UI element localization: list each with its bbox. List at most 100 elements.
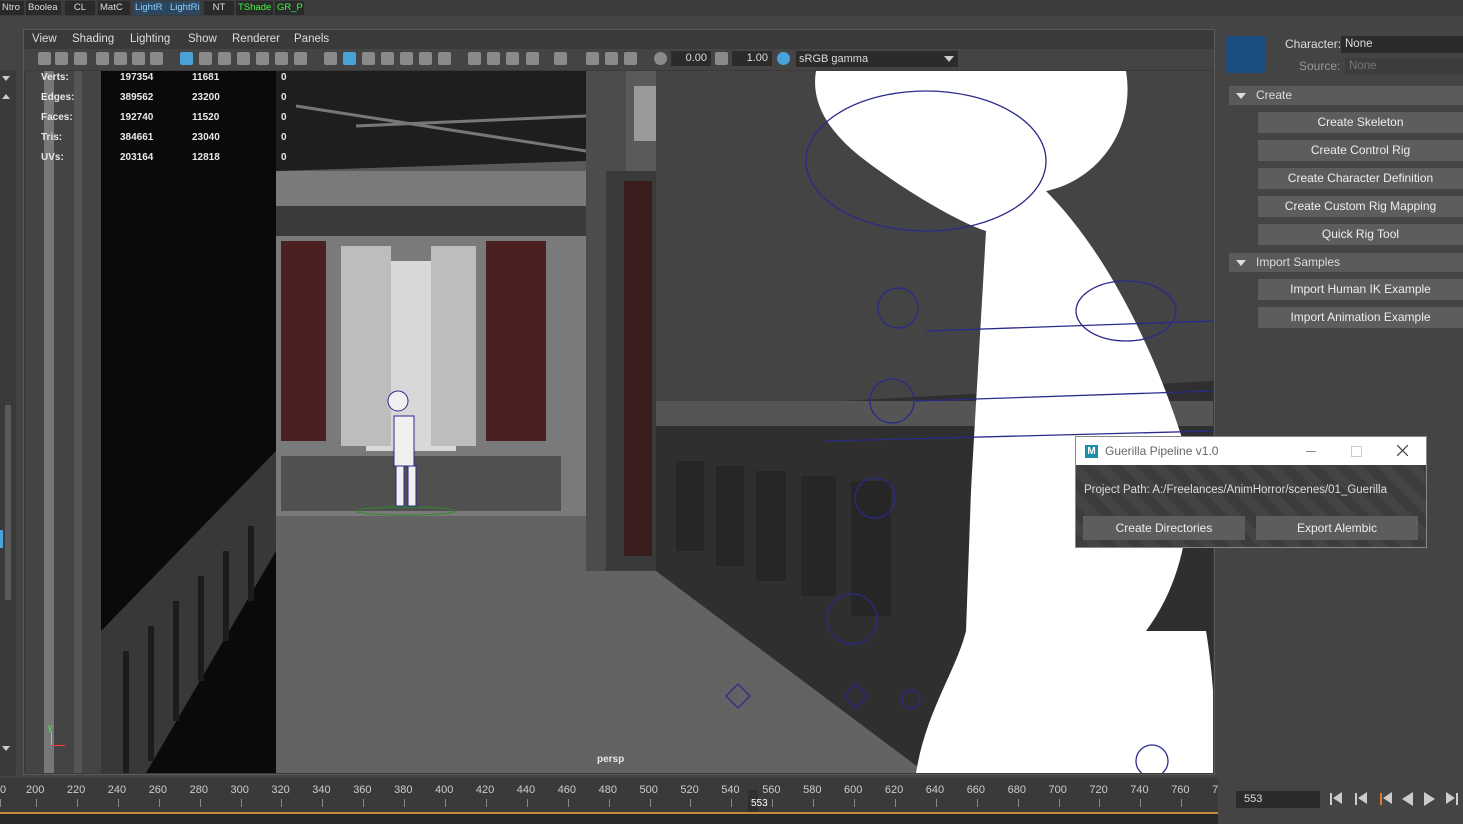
timeline-tick-mark [526,799,528,807]
grease-pencil-icon[interactable] [132,52,145,65]
hud-verts-total: 197354 [120,72,154,83]
depth-of-field-icon[interactable] [526,52,539,65]
timeline-tick-mark [76,799,78,807]
go-to-start-bar [1330,793,1332,805]
shelf-button-tshade[interactable]: TShade [236,1,273,15]
menu-lighting[interactable]: Lighting [130,33,170,45]
import-human-ik-example-button[interactable]: Import Human IK Example [1258,279,1463,300]
timeline-tick-mark [158,799,160,807]
shelf-button-cl[interactable]: CL [65,1,95,15]
chevron-down-icon[interactable] [2,76,10,81]
play-forwards-icon[interactable] [1424,792,1435,806]
timeline-tick-mark [1099,799,1101,807]
create-skeleton-button[interactable]: Create Skeleton [1258,112,1463,133]
xray-components-icon[interactable] [624,52,637,65]
timeline-tick-label: 680 [1007,784,1026,796]
shelf-button-lightri[interactable]: LightRi [168,1,200,15]
timeline-tick-mark [813,799,815,807]
isolate-select-icon[interactable] [554,52,567,65]
section-import-samples[interactable]: Import Samples [1229,253,1463,272]
play-backwards-icon[interactable] [1402,792,1413,806]
quick-rig-tool-button[interactable]: Quick Rig Tool [1258,224,1463,245]
create-custom-rig-mapping-button[interactable]: Create Custom Rig Mapping [1258,196,1463,217]
go-to-start-icon[interactable] [1333,792,1342,804]
timeline-tick-mark [281,799,283,807]
minimize-icon[interactable] [1306,451,1316,452]
hud-uvs-zero: 0 [281,152,287,163]
create-directories-button[interactable]: Create Directories [1083,516,1245,540]
motion-blur-icon[interactable] [487,52,500,65]
anti-aliasing-icon[interactable] [506,52,519,65]
source-dropdown[interactable]: None [1345,58,1463,75]
wireframe-icon[interactable] [324,52,337,65]
resolution-gate-icon[interactable] [218,52,231,65]
menu-view[interactable]: View [32,33,57,45]
menu-shading[interactable]: Shading [72,33,114,45]
textured-icon[interactable] [400,52,413,65]
ambient-occlusion-icon[interactable] [468,52,481,65]
3d-viewport[interactable]: Verts: 197354 11681 0 Edges: 389562 2320… [26,71,1213,773]
step-forward-key-icon[interactable] [1446,792,1455,804]
default-material-icon[interactable] [381,52,394,65]
timeline-tick-label: 400 [435,784,454,796]
scrollbar-thumb[interactable] [5,405,11,600]
field-chart-icon[interactable] [256,52,269,65]
exposure-field[interactable]: 0.00 [671,51,711,66]
safe-action-icon[interactable] [275,52,288,65]
export-alembic-button[interactable]: Export Alembic [1256,516,1418,540]
menu-renderer[interactable]: Renderer [232,33,280,45]
xray-joints-icon[interactable] [605,52,618,65]
gamma-field[interactable]: 1.00 [732,51,772,66]
create-control-rig-button[interactable]: Create Control Rig [1258,140,1463,161]
shelf-button-boolean[interactable]: Boolea [26,1,61,15]
dialog-title-bar[interactable]: M Guerilla Pipeline v1.0 [1076,437,1426,465]
menu-show[interactable]: Show [188,33,217,45]
shelf-button-ntro[interactable]: Ntro [0,1,24,15]
humanik-logo-icon[interactable] [1226,36,1265,73]
grid-icon[interactable] [180,52,193,65]
camera-attributes-icon[interactable] [55,52,68,65]
timeline-tick-label: 220 [66,784,86,796]
timeline-tick-label: 360 [353,784,372,796]
timeline-tick-label: 280 [189,784,208,796]
exposure-icon[interactable] [654,52,667,65]
shelf-button-lightr[interactable]: LightR [133,1,167,15]
gamma-icon[interactable] [715,52,728,65]
hud-verts-zero: 0 [281,72,287,83]
current-frame-field[interactable]: 553 [1236,791,1320,808]
menu-panels[interactable]: Panels [294,33,329,45]
chevron-down-icon[interactable] [2,746,10,751]
close-icon[interactable] [1397,445,1408,456]
shelf-button-gr-p[interactable]: GR_P [275,1,304,15]
import-animation-example-button[interactable]: Import Animation Example [1258,307,1463,328]
shelf-button-matc[interactable]: MatC [98,1,130,15]
xray-icon[interactable] [586,52,599,65]
smooth-shade-icon[interactable] [343,52,356,65]
shelf-bar: Ntro Boolea CL MatC LightR LightRi NT TS… [0,0,1463,16]
bookmark-icon[interactable] [74,52,87,65]
step-back-key-icon[interactable] [1358,792,1367,804]
color-management-icon[interactable] [777,52,790,65]
safe-title-icon[interactable] [294,52,307,65]
step-back-frame-icon[interactable] [1383,792,1392,804]
maximize-icon[interactable] [1351,446,1362,457]
timeline-tick-label: 380 [394,784,413,796]
bookmark-flag-icon[interactable] [150,52,163,65]
viewport-toolbar: 0.00 1.00 [24,49,1214,70]
maya-app-icon: M [1085,445,1098,458]
image-plane-icon[interactable] [96,52,109,65]
color-space-dropdown[interactable]: sRGB gamma [796,51,958,67]
create-character-definition-button[interactable]: Create Character Definition [1258,168,1463,189]
section-create[interactable]: Create [1229,86,1463,105]
lights-icon[interactable] [419,52,432,65]
gate-mask-icon[interactable] [237,52,250,65]
wireframe-on-shaded-icon[interactable] [362,52,375,65]
character-dropdown[interactable]: None [1341,36,1463,53]
camera-select-icon[interactable] [38,52,51,65]
two-d-pan-icon[interactable] [114,52,127,65]
film-gate-icon[interactable] [199,52,212,65]
timeline-tick-label: 740 [1130,784,1149,796]
chevron-up-icon[interactable] [2,94,10,99]
shelf-button-nt[interactable]: NT [204,1,234,15]
shadows-icon[interactable] [438,52,451,65]
